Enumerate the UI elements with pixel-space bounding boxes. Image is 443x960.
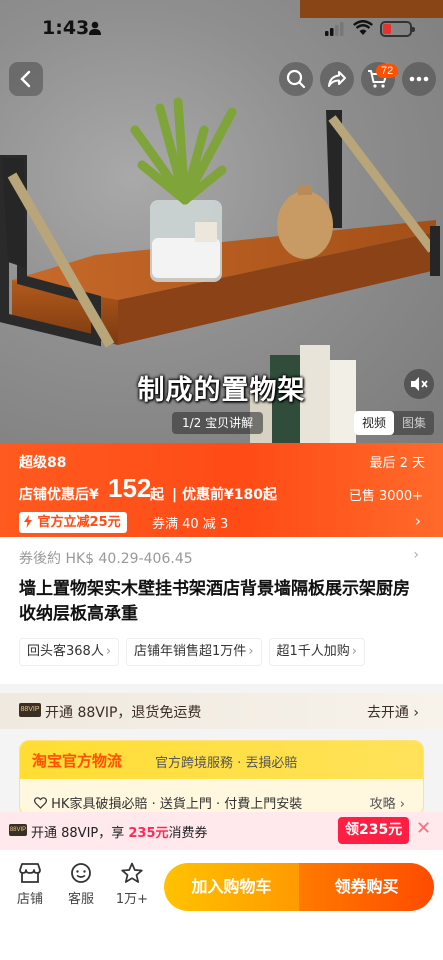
promo-event-label: 超级88 — [19, 455, 67, 471]
share-icon — [328, 71, 346, 87]
vip-text: 开通 88VIP，退货免运费 — [45, 705, 202, 721]
chat-face-icon — [71, 863, 91, 883]
lightning-icon — [24, 515, 32, 528]
vip-row[interactable]: 88VIP 开通 88VIP，退货免运费 去开通 › — [0, 693, 443, 729]
vip-promo-bar: 88VIP 开通 88VIP，享 235元消费券 领235元 ✕ — [0, 812, 443, 850]
tag-repeat-customers[interactable]: 回头客368人 › — [19, 638, 120, 666]
star-icon — [121, 862, 143, 883]
product-media[interactable]: 1:43 72 制成的置物架 1/2 宝贝讲解 视频 图集 — [0, 0, 443, 445]
back-button[interactable] — [9, 62, 43, 96]
status-bar: 1:43 — [0, 0, 443, 58]
mute-button[interactable] — [404, 369, 434, 399]
video-caption: 制成的置物架 — [137, 375, 306, 406]
price-banner[interactable]: 超级88 最后 2 天 店铺优惠后¥ 152 起 | 优惠前¥180起 已售 3… — [0, 443, 443, 537]
price-value: 152 — [108, 473, 152, 503]
chevron-left-icon — [20, 70, 31, 88]
customer-service-button[interactable]: 客服 — [61, 862, 101, 907]
countdown-label: 最后 2 天 — [369, 456, 425, 471]
search-button[interactable] — [279, 62, 313, 96]
close-icon[interactable]: ✕ — [416, 818, 431, 839]
coupon-text: 券满 40 减 3 — [152, 517, 229, 532]
favorite-button[interactable]: 1万+ — [112, 862, 152, 907]
price-prefix: 店铺优惠后¥ — [19, 487, 99, 503]
status-time: 1:43 — [42, 17, 90, 39]
media-page-indicator: 1/2 宝贝讲解 — [172, 412, 264, 434]
person-icon — [89, 21, 101, 35]
more-dots-icon — [409, 76, 429, 82]
vip-logo: 88VIP — [9, 824, 27, 836]
tag-cart-adds[interactable]: 超1千人加购 › — [268, 638, 365, 666]
logistics-guide-link[interactable]: 攻略 › — [370, 793, 405, 812]
more-button[interactable] — [402, 62, 436, 96]
promo-text: 开通 88VIP，享 235元消费券 — [31, 826, 208, 841]
share-button[interactable] — [320, 62, 354, 96]
product-title: 墙上置物架实木壁挂书架酒店背景墙隔板展示架厨房收纳层板高承重 — [19, 579, 410, 624]
tab-video[interactable]: 视频 — [354, 411, 394, 435]
sold-count: 已售 3000+ — [348, 489, 423, 504]
store-button[interactable]: 店铺 — [10, 862, 50, 907]
chevron-right-icon[interactable]: › — [415, 512, 421, 530]
speaker-muted-icon — [411, 377, 428, 391]
logistics-card[interactable]: 淘宝官方物流 官方跨境服務 · 丟損必賠 HK家具破損必賠 · 送貨上門 · 付… — [19, 740, 424, 816]
tab-gallery[interactable]: 图集 — [394, 411, 434, 435]
logistics-brand: 淘宝官方物流 — [32, 752, 123, 770]
search-icon — [286, 69, 306, 89]
original-price: | 优惠前¥180起 — [172, 487, 277, 503]
cart-count-badge: 72 — [376, 64, 399, 78]
logistics-service: HK家具破損必賠 · 送貨上門 · 付費上門安裝 — [34, 793, 302, 812]
claim-coupon-button[interactable]: 领235元 — [338, 817, 410, 844]
battery-icon — [380, 21, 415, 37]
product-tags: 回头客368人 › 店铺年销售超1万件 › 超1千人加购 › — [19, 638, 365, 666]
wifi-icon — [353, 20, 373, 35]
product-info: 券後約 HK$ 40.29-406.45 › 墙上置物架实木壁挂书架酒店背景墙隔… — [0, 537, 443, 684]
price-suffix: 起 — [150, 487, 164, 503]
bottom-action-bar: 店铺 客服 1万+ 加入购物车 领券购买 — [0, 850, 443, 960]
vip-logo: 88VIP — [19, 703, 41, 717]
cellular-signal-icon — [325, 22, 344, 36]
store-icon — [19, 863, 41, 883]
tag-annual-sales[interactable]: 店铺年销售超1万件 › — [126, 638, 262, 666]
add-to-cart-button[interactable]: 加入购物车 — [164, 863, 299, 911]
vip-open-link[interactable]: 去开通 › — [367, 702, 419, 722]
buy-with-coupon-button[interactable]: 领券购买 — [299, 863, 434, 911]
official-discount-badge: 官方立减25元 — [19, 512, 127, 533]
logistics-subtitle: 官方跨境服務 · 丟損必賠 — [155, 756, 298, 771]
logistics-header: 淘宝官方物流 官方跨境服務 · 丟損必賠 — [20, 741, 423, 779]
media-mode-tabs: 视频 图集 — [354, 411, 434, 435]
approx-price[interactable]: 券後約 HK$ 40.29-406.45 — [19, 548, 193, 568]
chevron-right-icon[interactable]: › — [413, 547, 419, 563]
heart-shield-icon — [34, 797, 47, 809]
